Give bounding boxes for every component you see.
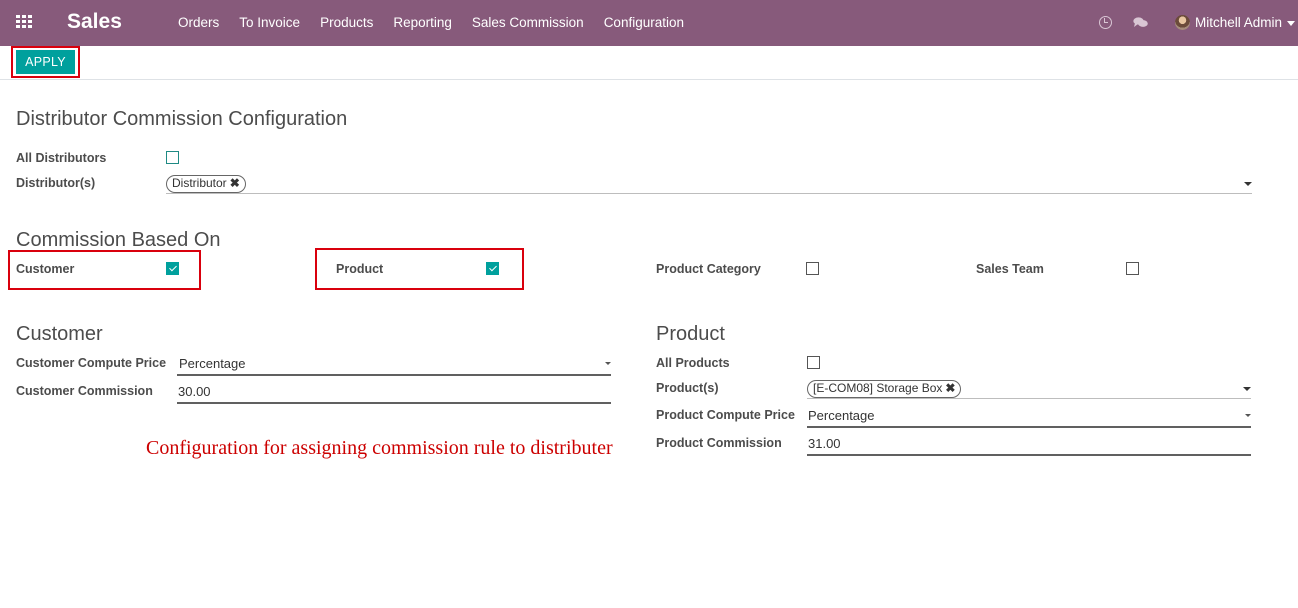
apply-button[interactable]: APPLY <box>16 50 75 74</box>
app-brand[interactable]: Sales <box>67 10 122 34</box>
product-compute-price-underline <box>807 426 1251 428</box>
avatar[interactable] <box>1175 15 1190 30</box>
user-name[interactable]: Mitchell Admin <box>1195 15 1282 30</box>
products-field-underline <box>807 398 1251 399</box>
distributor-tag-label: Distributor <box>172 176 227 190</box>
sales-team-label: Sales Team <box>976 262 1044 276</box>
all-distributors-label: All Distributors <box>16 151 107 165</box>
form-title: Distributor Commission Configuration <box>16 108 348 130</box>
product-category-checkbox[interactable] <box>806 262 819 275</box>
control-panel <box>0 46 1298 80</box>
distributors-dropdown-icon[interactable] <box>1244 182 1252 186</box>
menu-orders[interactable]: Orders <box>178 15 219 30</box>
customer-compute-price-label: Customer Compute Price <box>16 356 167 370</box>
main-menu: Orders To Invoice Products Reporting Sal… <box>178 15 704 30</box>
product-commission-input[interactable]: 31.00 <box>808 436 841 451</box>
clock-icon[interactable] <box>1099 16 1112 29</box>
product-based-checkbox[interactable] <box>486 262 499 275</box>
customer-commission-underline <box>177 402 611 404</box>
commission-based-on-title: Commission Based On <box>16 229 221 251</box>
distributor-tag[interactable]: Distributor ✖ <box>166 175 246 193</box>
menu-configuration[interactable]: Configuration <box>604 15 684 30</box>
customer-compute-price-underline <box>177 374 611 376</box>
product-based-label: Product <box>336 262 384 276</box>
product-category-label: Product Category <box>656 262 761 276</box>
customer-compute-price-select[interactable]: Percentage <box>179 356 246 371</box>
menu-sales-commission[interactable]: Sales Commission <box>472 15 584 30</box>
apps-menu-icon[interactable] <box>16 15 34 29</box>
caret-down-icon[interactable] <box>1287 21 1295 26</box>
product-tag[interactable]: [E-COM08] Storage Box ✖ <box>807 380 962 398</box>
remove-tag-icon[interactable]: ✖ <box>230 176 240 190</box>
all-distributors-checkbox[interactable] <box>166 151 179 164</box>
distributors-field-underline <box>166 193 1252 194</box>
product-section-title: Product <box>656 323 725 345</box>
product-compute-price-select[interactable]: Percentage <box>808 408 875 423</box>
sales-team-checkbox[interactable] <box>1126 262 1139 275</box>
menu-reporting[interactable]: Reporting <box>393 15 452 30</box>
customer-compute-price-dropdown-icon[interactable] <box>605 362 611 365</box>
top-navbar: Sales Orders To Invoice Products Reporti… <box>0 0 1298 46</box>
all-products-checkbox[interactable] <box>807 356 820 369</box>
menu-products[interactable]: Products <box>320 15 373 30</box>
products-label: Product(s) <box>656 381 719 395</box>
annotation-caption: Configuration for assigning commission r… <box>146 437 613 459</box>
all-products-label: All Products <box>656 356 730 370</box>
chat-icon[interactable] <box>1133 17 1148 28</box>
customer-based-checkbox[interactable] <box>166 262 179 275</box>
product-commission-label: Product Commission <box>656 436 782 450</box>
customer-commission-input[interactable]: 30.00 <box>178 384 211 399</box>
remove-tag-icon[interactable]: ✖ <box>945 381 955 395</box>
distributors-label: Distributor(s) <box>16 176 96 190</box>
customer-based-label: Customer <box>16 262 75 276</box>
product-tag-label: [E-COM08] Storage Box <box>813 381 943 395</box>
products-dropdown-icon[interactable] <box>1243 387 1251 391</box>
customer-section-title: Customer <box>16 323 103 345</box>
product-compute-price-dropdown-icon[interactable] <box>1245 414 1251 417</box>
menu-to-invoice[interactable]: To Invoice <box>239 15 300 30</box>
customer-commission-label: Customer Commission <box>16 384 153 398</box>
product-compute-price-label: Product Compute Price <box>656 408 795 422</box>
product-commission-underline <box>807 454 1251 456</box>
